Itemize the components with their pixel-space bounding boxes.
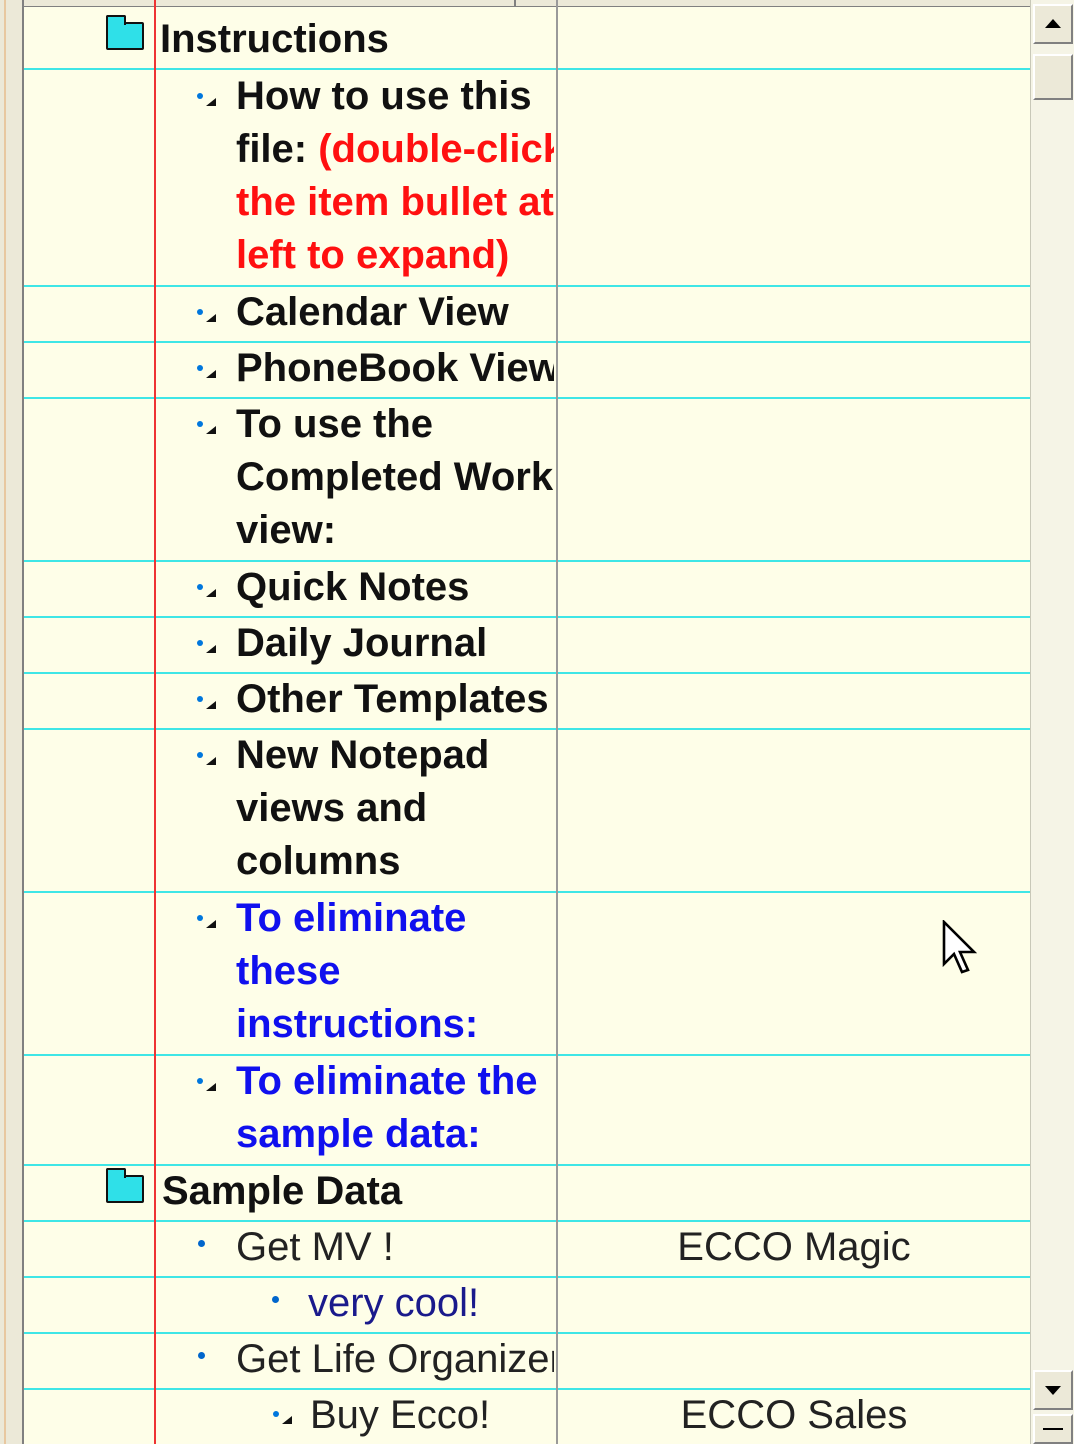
scroll-thumb[interactable] xyxy=(1033,54,1073,100)
scroll-down-arrow-icon xyxy=(1045,1386,1061,1395)
scroll-up-arrow-icon xyxy=(1045,19,1061,28)
expand-bullet-icon[interactable] xyxy=(196,420,218,436)
folder-label-instructions[interactable]: Instructions xyxy=(160,13,389,66)
outline-subitem[interactable]: very cool! xyxy=(308,1277,556,1330)
outline-item[interactable]: PhoneBook View xyxy=(236,342,554,395)
outline-item[interactable]: Daily Journal xyxy=(236,617,554,670)
expand-bullet-icon[interactable] xyxy=(196,914,218,930)
outline-item[interactable]: To eliminate these instructions: xyxy=(236,892,554,1051)
expand-bullet-icon[interactable] xyxy=(196,1077,218,1093)
outline-item[interactable]: To use the Completed Work view: xyxy=(236,398,554,557)
vertical-scrollbar[interactable] xyxy=(1030,0,1074,1444)
outline-item[interactable]: New Notepad views and columns xyxy=(236,729,554,888)
outline-item[interactable]: To eliminate the sample data: xyxy=(236,1055,554,1161)
scroll-down-button[interactable] xyxy=(1033,1370,1073,1410)
outline-item[interactable]: How to use this file: (double-click the … xyxy=(236,70,554,282)
expand-bullet-icon[interactable] xyxy=(196,639,218,655)
outline-item[interactable]: Get Life Organizer xyxy=(236,1333,554,1386)
dot-bullet-icon[interactable] xyxy=(272,1296,279,1303)
expand-bullet-icon[interactable] xyxy=(196,364,218,380)
notepad-outline[interactable]: Instructions How to use this file: (doub… xyxy=(24,0,1030,1444)
column-cell[interactable]: ECCO Sales xyxy=(558,1389,1030,1442)
expand-bullet-icon[interactable] xyxy=(196,751,218,767)
folder-icon[interactable] xyxy=(106,15,144,50)
outline-item[interactable]: Quick Notes xyxy=(236,561,554,614)
scroll-split-button[interactable] xyxy=(1033,1414,1073,1444)
outline-item[interactable]: Other Templates xyxy=(236,673,554,726)
outline-item[interactable]: Calendar View xyxy=(236,286,554,339)
dot-bullet-icon[interactable] xyxy=(198,1240,205,1247)
outline-subitem[interactable]: Buy Ecco! xyxy=(310,1389,556,1442)
margin-line xyxy=(154,0,156,1444)
mouse-pointer-icon xyxy=(942,920,978,974)
folder-icon[interactable] xyxy=(106,1168,144,1203)
column-cell[interactable]: ECCO Magic xyxy=(558,1221,1030,1274)
expand-bullet-icon[interactable] xyxy=(196,92,218,108)
scroll-up-button[interactable] xyxy=(1033,4,1073,44)
expand-bullet-icon[interactable] xyxy=(196,308,218,324)
expand-bullet-icon[interactable] xyxy=(272,1410,294,1426)
expand-bullet-icon[interactable] xyxy=(196,583,218,599)
dot-bullet-icon[interactable] xyxy=(198,1352,205,1359)
expand-bullet-icon[interactable] xyxy=(196,695,218,711)
window-left-frame xyxy=(0,0,24,1444)
folder-label-sample-data[interactable]: Sample Data xyxy=(162,1165,402,1218)
outline-item[interactable]: Get MV ! xyxy=(236,1221,554,1274)
